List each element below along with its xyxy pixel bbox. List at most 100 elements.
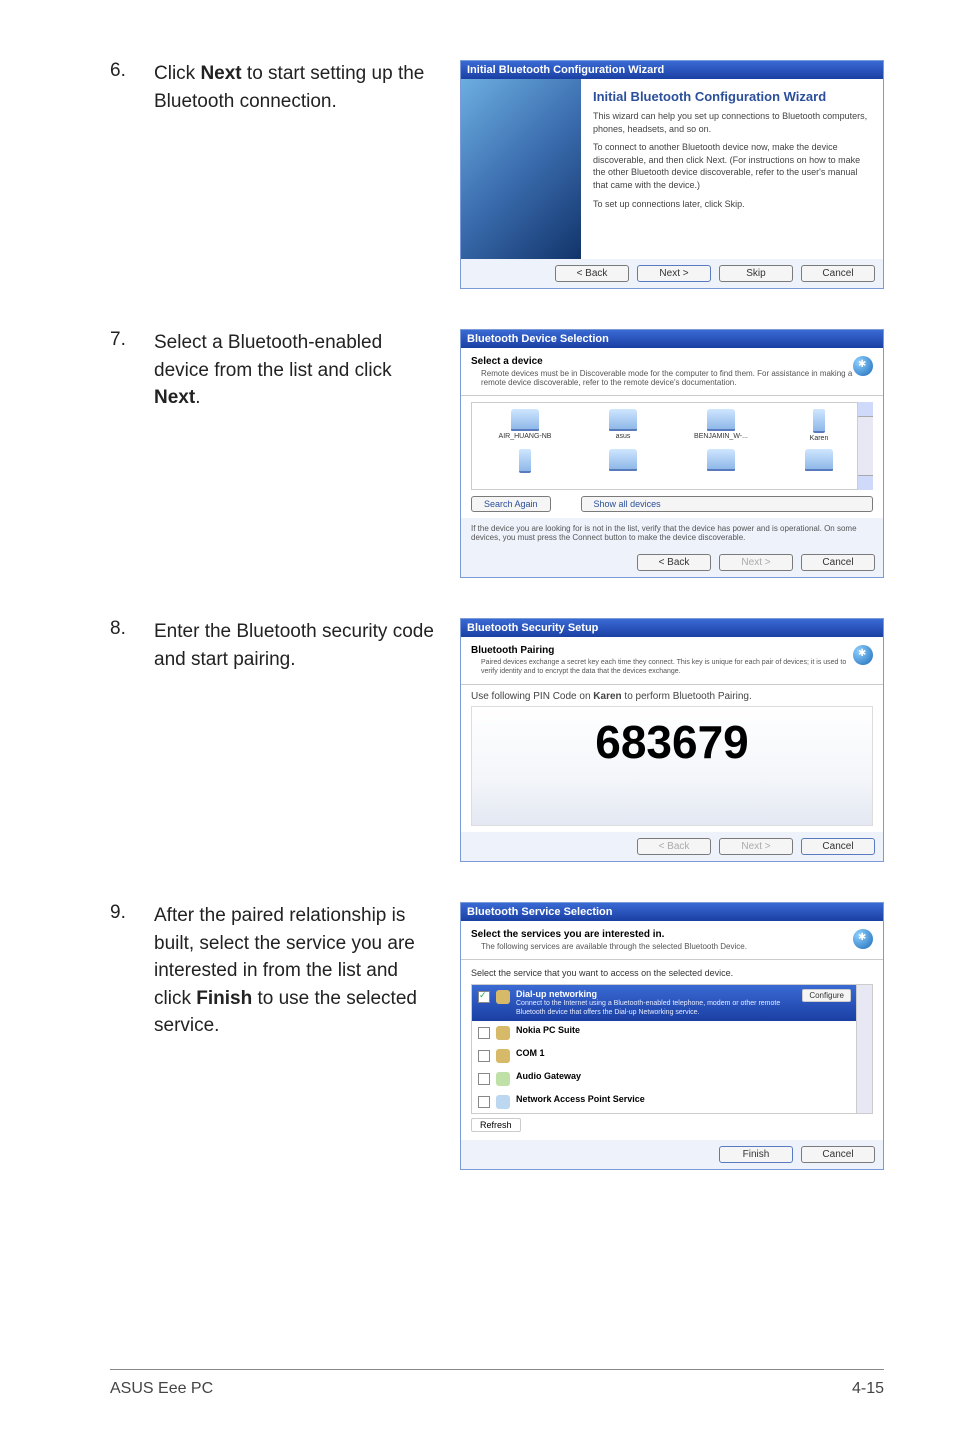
step-6-bold: Next	[200, 63, 241, 84]
wizard-6-skip-button[interactable]: Skip	[719, 265, 793, 282]
wizard-6-p2: To connect to another Bluetooth device n…	[593, 141, 871, 191]
device-item[interactable]: AIR_HUANG-NB	[478, 409, 572, 443]
device-item[interactable]	[674, 449, 768, 483]
service-desc: Connect to the Internet using a Bluetoot…	[516, 1000, 796, 1017]
step-7-post: .	[195, 387, 200, 408]
wizard-9-window: Bluetooth Service Selection Select the s…	[460, 902, 884, 1170]
step-6-number: 6.	[110, 60, 134, 82]
step-7-body: Select a Bluetooth-enabled device from t…	[154, 329, 440, 412]
wizard-7-next-button[interactable]: Next >	[719, 554, 793, 571]
refresh-button[interactable]: Refresh	[471, 1118, 521, 1132]
bluetooth-icon	[853, 645, 873, 665]
service-checkbox[interactable]	[478, 1050, 490, 1062]
device-item[interactable]	[576, 449, 670, 483]
wizard-7-back-button[interactable]: < Back	[637, 554, 711, 571]
step-8-body: Enter the Bluetooth security code and st…	[154, 618, 440, 673]
service-scrollbar[interactable]	[856, 985, 872, 1113]
step-9-number: 9.	[110, 902, 134, 924]
wizard-8-window: Bluetooth Security Setup Bluetooth Pairi…	[460, 618, 884, 862]
pin-note-name: Karen	[593, 691, 621, 702]
device-item[interactable]	[478, 449, 572, 483]
service-item-nokia[interactable]: Nokia PC Suite	[472, 1021, 857, 1044]
wizard-8-cancel-button[interactable]: Cancel	[801, 838, 875, 855]
device-item[interactable]: asus	[576, 409, 670, 443]
wizard-8-header-title: Bluetooth Pairing	[471, 645, 554, 656]
service-name: Nokia PC Suite	[516, 1025, 580, 1035]
device-label: AIR_HUANG-NB	[499, 433, 552, 441]
wizard-6-cancel-button[interactable]: Cancel	[801, 265, 875, 282]
device-label: asus	[616, 433, 631, 441]
step-9: 9. After the paired relationship is buil…	[110, 902, 884, 1170]
wizard-8-header-desc: Paired devices exchange a secret key eac…	[481, 658, 853, 676]
service-list-note: Select the service that you want to acce…	[471, 968, 873, 978]
step-9-body: After the paired relationship is built, …	[154, 902, 440, 1040]
configure-button[interactable]: Configure	[802, 989, 851, 1002]
device-item[interactable]: Karen	[772, 409, 866, 443]
page-footer: ASUS Eee PC 4-15	[110, 1369, 884, 1398]
search-again-button[interactable]: Search Again	[471, 496, 551, 512]
wizard-6-next-button[interactable]: Next >	[637, 265, 711, 282]
step-7-bold: Next	[154, 387, 195, 408]
step-7-pre: Select a Bluetooth-enabled device from t…	[154, 332, 392, 381]
service-item-nap[interactable]: Network Access Point Service	[472, 1090, 857, 1113]
bluetooth-icon	[853, 929, 873, 949]
pin-code: 683679	[471, 706, 873, 826]
pin-note-pre: Use following PIN Code on	[471, 691, 593, 702]
service-checkbox[interactable]	[478, 1096, 490, 1108]
device-grid: AIR_HUANG-NB asus BENJAMIN_W-... Karen	[471, 402, 873, 490]
step-8-number: 8.	[110, 618, 134, 640]
wizard-7-header-title: Select a device	[471, 356, 543, 367]
show-all-devices-dropdown[interactable]: Show all devices	[581, 496, 873, 512]
wizard-6-p1: This wizard can help you set up connecti…	[593, 110, 871, 135]
device-label: Karen	[810, 435, 829, 443]
service-name: Audio Gateway	[516, 1071, 581, 1081]
step-7-number: 7.	[110, 329, 134, 351]
service-item-audio[interactable]: Audio Gateway	[472, 1067, 857, 1090]
wizard-7-header-desc: Remote devices must be in Discoverable m…	[481, 369, 853, 387]
wizard-7-cancel-button[interactable]: Cancel	[801, 554, 875, 571]
device-item[interactable]: BENJAMIN_W-...	[674, 409, 768, 443]
footer-page-number: 4-15	[852, 1380, 884, 1398]
wizard-9-finish-button[interactable]: Finish	[719, 1146, 793, 1163]
service-name: Network Access Point Service	[516, 1094, 645, 1104]
wizard-8-back-button[interactable]: < Back	[637, 838, 711, 855]
wizard-9-cancel-button[interactable]: Cancel	[801, 1146, 875, 1163]
wizard-6-back-button[interactable]: < Back	[555, 265, 629, 282]
wizard-6-sidebar-image	[461, 79, 581, 259]
wizard-8-next-button[interactable]: Next >	[719, 838, 793, 855]
wizard-7-titlebar: Bluetooth Device Selection	[461, 330, 883, 348]
device-label: BENJAMIN_W-...	[694, 433, 748, 441]
pin-note: Use following PIN Code on Karen to perfo…	[471, 691, 873, 702]
step-6: 6. Click Next to start setting up the Bl…	[110, 60, 884, 289]
step-6-text: 6. Click Next to start setting up the Bl…	[110, 60, 460, 115]
wizard-6-window: Initial Bluetooth Configuration Wizard I…	[460, 60, 884, 289]
step-9-bold: Finish	[196, 988, 252, 1009]
wizard-7-window: Bluetooth Device Selection Select a devi…	[460, 329, 884, 578]
service-checkbox[interactable]	[478, 991, 490, 1003]
step-9-text: 9. After the paired relationship is buil…	[110, 902, 460, 1040]
service-item-dialup[interactable]: Dial-up networking Connect to the Intern…	[472, 985, 857, 1021]
pin-note-post: to perform Bluetooth Pairing.	[622, 691, 752, 702]
network-icon	[496, 990, 510, 1004]
audio-icon	[496, 1072, 510, 1086]
service-checkbox[interactable]	[478, 1073, 490, 1085]
device-item[interactable]	[772, 449, 866, 483]
service-name: Dial-up networking	[516, 989, 597, 999]
wizard-7-note: If the device you are looking for is not…	[461, 518, 883, 548]
step-6-body: Click Next to start setting up the Bluet…	[154, 60, 440, 115]
step-8: 8. Enter the Bluetooth security code and…	[110, 618, 884, 862]
service-item-com1[interactable]: COM 1	[472, 1044, 857, 1067]
device-scrollbar[interactable]	[857, 402, 873, 490]
step-7-text: 7. Select a Bluetooth-enabled device fro…	[110, 329, 460, 412]
service-name: COM 1	[516, 1048, 545, 1058]
wizard-9-header-title: Select the services you are interested i…	[471, 929, 664, 940]
step-7: 7. Select a Bluetooth-enabled device fro…	[110, 329, 884, 578]
footer-product: ASUS Eee PC	[110, 1380, 213, 1398]
wizard-6-heading: Initial Bluetooth Configuration Wizard	[593, 89, 871, 104]
wizard-9-header-desc: The following services are available thr…	[481, 942, 853, 951]
wizard-8-titlebar: Bluetooth Security Setup	[461, 619, 883, 637]
wizard-6-p3: To set up connections later, click Skip.	[593, 198, 871, 211]
serial-icon	[496, 1049, 510, 1063]
service-checkbox[interactable]	[478, 1027, 490, 1039]
wizard-9-titlebar: Bluetooth Service Selection	[461, 903, 883, 921]
